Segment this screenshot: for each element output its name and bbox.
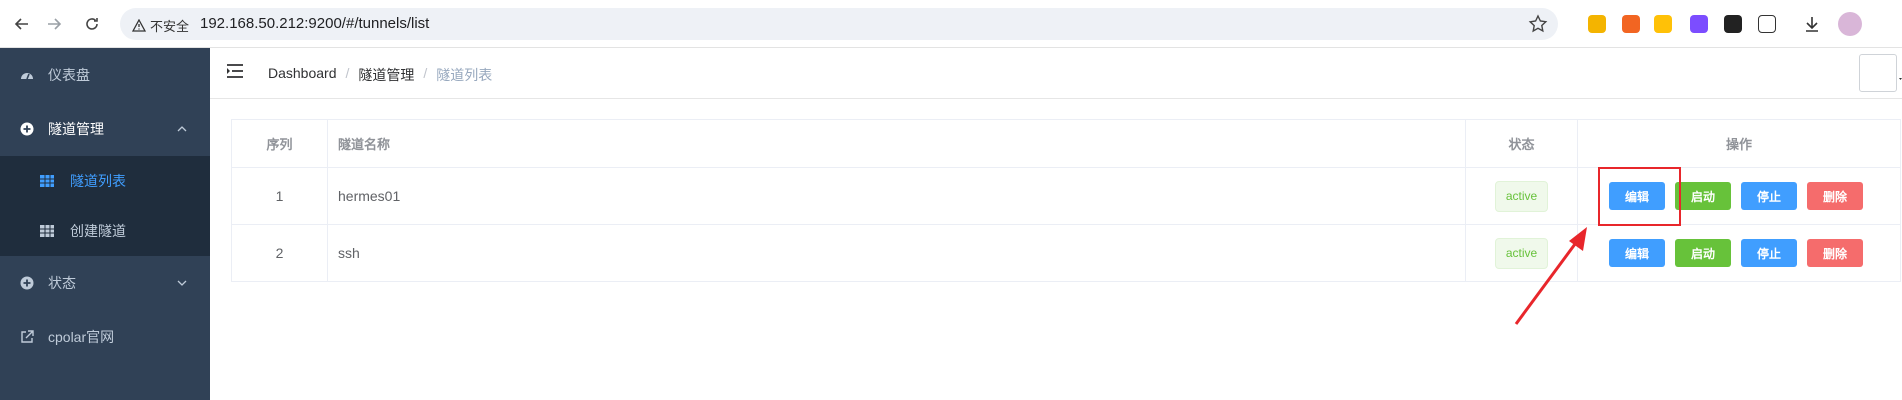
user-avatar[interactable] [1859,54,1897,92]
sidebar: 仪表盘 隧道管理 隧道列表 创建隧道 状态 cpolar官网 [0,48,210,400]
sidebar-item-dashboard[interactable]: 仪表盘 [0,48,210,102]
breadcrumb-item-tunnel-management[interactable]: 隧道管理 [358,65,414,85]
delete-button[interactable]: 删除 [1807,239,1863,267]
breadcrumb: Dashboard / 隧道管理 / 隧道列表 [268,65,492,85]
edit-button[interactable]: 编辑 [1609,239,1665,267]
grid-icon [40,175,54,187]
sidebar-item-tunnel-management[interactable]: 隧道管理 [0,102,210,156]
profile-avatar[interactable] [1838,12,1862,36]
breadcrumb-item-dashboard[interactable]: Dashboard [268,65,337,85]
chevron-up-icon [177,126,187,132]
sidebar-subitem-label: 创建隧道 [70,223,126,239]
extension-pet-icon[interactable] [1654,15,1672,33]
table-header-row: 序列 隧道名称 状态 操作 [232,120,1900,168]
status-cell: active [1466,168,1577,224]
sidebar-item-label: 仪表盘 [48,67,90,83]
browser-toolbar: 不安全 192.168.50.212:9200/#/tunnels/list [0,0,1902,48]
delete-button[interactable]: 删除 [1807,182,1863,210]
hamburger-icon[interactable] [226,63,244,79]
security-indicator[interactable]: 不安全 [132,16,189,35]
start-button[interactable]: 启动 [1675,239,1731,267]
sidebar-item-tunnel-list[interactable]: 隧道列表 [0,156,210,206]
grid-icon [40,225,54,237]
header-divider [210,98,1902,99]
sidebar-item-label: 隧道管理 [48,121,104,137]
extensions-puzzle-icon[interactable] [1758,15,1776,33]
column-header-status: 状态 [1508,137,1535,152]
extension-sparkle-icon[interactable] [1690,15,1708,33]
address-bar[interactable]: 不安全 192.168.50.212:9200/#/tunnels/list [120,8,1558,40]
warning-icon [132,18,146,32]
reload-icon[interactable] [78,10,106,38]
plus-circle-icon [20,122,34,136]
sidebar-subitem-label: 隧道列表 [70,173,126,189]
chevron-down-icon [177,280,187,286]
stop-button[interactable]: 停止 [1741,182,1797,210]
download-icon[interactable] [1802,14,1822,34]
forward-arrow-icon[interactable] [40,10,68,38]
breadcrumb-item-current: 隧道列表 [436,67,493,83]
breadcrumb-separator: / [345,65,350,81]
extension-copy-icon[interactable] [1588,15,1606,33]
row-index: 1 [275,188,284,204]
status-badge: active [1494,180,1549,212]
annotation-highlight-box [1598,167,1681,226]
extension-json-icon[interactable] [1622,15,1640,33]
bookmark-star-icon[interactable] [1528,14,1548,34]
external-link-icon [21,330,34,343]
sidebar-item-status[interactable]: 状态 [0,256,210,310]
dashboard-icon [21,73,33,80]
table-row: 2 ssh active 编辑 启动 停止 删除 [232,225,1900,281]
insecure-label: 不安全 [150,19,190,34]
stop-button[interactable]: 停止 [1741,239,1797,267]
status-cell: active [1466,225,1577,281]
sidebar-item-cpolar-site[interactable]: cpolar官网 [0,310,210,364]
start-button[interactable]: 启动 [1675,182,1731,210]
url-text[interactable]: 192.168.50.212:9200/#/tunnels/list [200,15,429,32]
status-badge: active [1494,237,1549,269]
column-header-actions: 操作 [1725,137,1752,152]
sidebar-item-label: cpolar官网 [48,329,115,345]
plus-circle-icon [20,276,34,290]
sidebar-item-create-tunnel[interactable]: 创建隧道 [0,206,210,256]
column-header-index: 序列 [266,137,293,152]
breadcrumb-separator: / [423,65,428,81]
row-index: 2 [275,245,284,261]
sidebar-item-label: 状态 [48,275,76,291]
tunnel-name: ssh [338,245,360,261]
column-header-name: 隧道名称 [338,137,391,152]
back-arrow-icon[interactable] [8,10,36,38]
extension-box-icon[interactable] [1724,15,1742,33]
tunnel-name: hermes01 [338,188,401,204]
